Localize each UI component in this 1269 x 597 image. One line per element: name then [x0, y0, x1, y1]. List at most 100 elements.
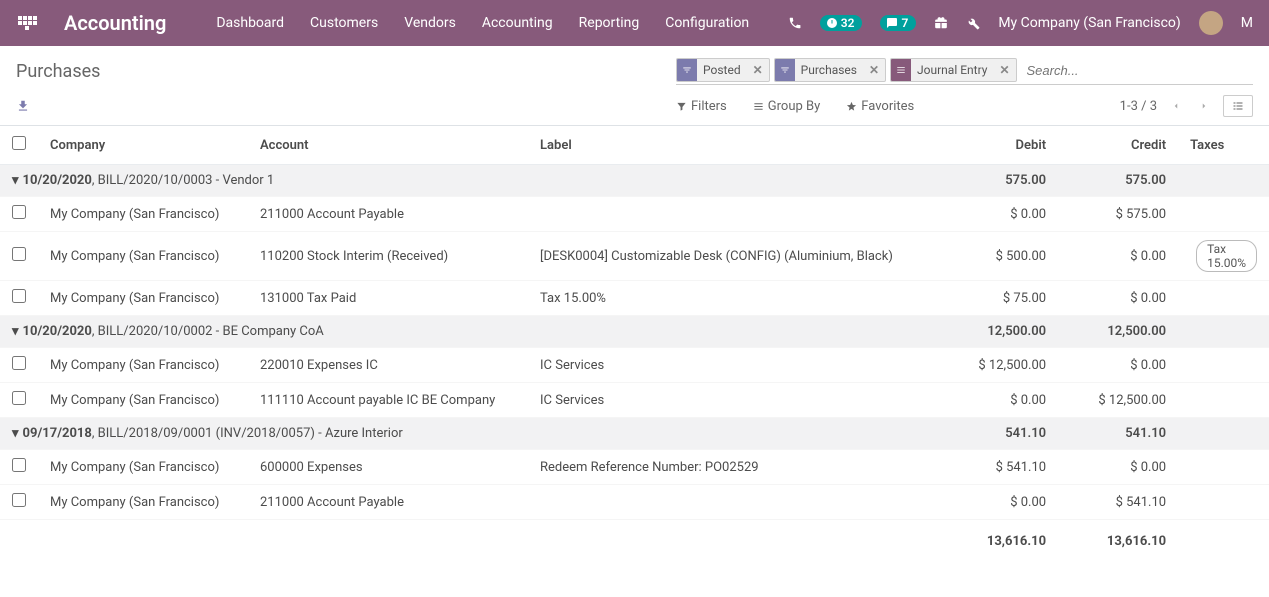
list-view-button[interactable]	[1223, 95, 1253, 117]
close-icon[interactable]: ✕	[863, 63, 885, 77]
search-input[interactable]	[1021, 59, 1253, 82]
menu-vendors[interactable]: Vendors	[404, 15, 456, 31]
group-date: 09/17/2018	[23, 426, 92, 441]
menu-dashboard[interactable]: Dashboard	[216, 15, 284, 31]
row-checkbox[interactable]	[12, 289, 26, 303]
facet-label: Journal Entry	[911, 63, 993, 77]
cell-taxes	[1178, 450, 1269, 485]
cell-company: My Company (San Francisco)	[38, 232, 248, 281]
tools-icon[interactable]	[966, 16, 980, 30]
filters-button[interactable]: Filters	[676, 99, 727, 114]
cell-debit: $ 541.10	[938, 450, 1058, 485]
filter-icon	[677, 59, 697, 81]
cell-company: My Company (San Francisco)	[38, 485, 248, 520]
group-icon	[891, 59, 911, 81]
company-switcher[interactable]: My Company (San Francisco)	[998, 15, 1180, 31]
cell-label: [DESK0004] Customizable Desk (CONFIG) (A…	[528, 232, 938, 281]
row-checkbox[interactable]	[12, 391, 26, 405]
cell-credit: $ 12,500.00	[1058, 383, 1178, 418]
cell-credit: $ 0.00	[1058, 281, 1178, 316]
groupby-button[interactable]: Group By	[753, 99, 821, 114]
tax-chip[interactable]: Tax 15.00%	[1196, 240, 1257, 272]
cell-taxes	[1178, 485, 1269, 520]
main-menu: Dashboard Customers Vendors Accounting R…	[216, 15, 787, 31]
menu-accounting[interactable]: Accounting	[482, 15, 553, 31]
group-row[interactable]: ▾10/20/2020, BILL/2020/10/0003 - Vendor …	[0, 165, 1269, 197]
col-account[interactable]: Account	[248, 126, 528, 165]
col-taxes[interactable]: Taxes	[1178, 126, 1269, 165]
pager-prev[interactable]	[1167, 101, 1185, 111]
facet-purchases[interactable]: Purchases ✕	[774, 58, 886, 82]
total-credit: 13,616.10	[1058, 520, 1178, 558]
col-company[interactable]: Company	[38, 126, 248, 165]
table-row[interactable]: My Company (San Francisco)111110 Account…	[0, 383, 1269, 418]
table-row[interactable]: My Company (San Francisco)110200 Stock I…	[0, 232, 1269, 281]
cell-debit: $ 0.00	[938, 485, 1058, 520]
cell-credit: $ 575.00	[1058, 197, 1178, 232]
table-row[interactable]: My Company (San Francisco)211000 Account…	[0, 485, 1269, 520]
cell-taxes	[1178, 348, 1269, 383]
apps-icon[interactable]	[16, 12, 38, 34]
row-checkbox[interactable]	[12, 247, 26, 261]
row-checkbox[interactable]	[12, 205, 26, 219]
cell-label: Redeem Reference Number: PO02529	[528, 450, 938, 485]
list-view: Company Account Label Debit Credit Taxes…	[0, 126, 1269, 557]
search-toolbar: Filters Group By Favorites	[676, 99, 914, 114]
row-checkbox[interactable]	[12, 356, 26, 370]
group-debit: 541.10	[938, 418, 1058, 450]
pager-next[interactable]	[1195, 101, 1213, 111]
cell-taxes	[1178, 197, 1269, 232]
cell-taxes: Tax 15.00%	[1178, 232, 1269, 281]
export-icon[interactable]	[16, 99, 676, 113]
cell-account: 600000 Expenses	[248, 450, 528, 485]
cell-debit: $ 0.00	[938, 383, 1058, 418]
menu-reporting[interactable]: Reporting	[579, 15, 640, 31]
pager-text: 1-3 / 3	[1120, 99, 1157, 114]
filters-label: Filters	[691, 99, 727, 114]
row-checkbox[interactable]	[12, 458, 26, 472]
table-row[interactable]: My Company (San Francisco)131000 Tax Pai…	[0, 281, 1269, 316]
cell-debit: $ 0.00	[938, 197, 1058, 232]
cell-credit: $ 541.10	[1058, 485, 1178, 520]
chevron-down-icon: ▾	[12, 173, 19, 188]
menu-customers[interactable]: Customers	[310, 15, 378, 31]
close-icon[interactable]: ✕	[993, 63, 1015, 77]
user-initial[interactable]: M	[1241, 15, 1253, 31]
facet-label: Posted	[697, 63, 747, 77]
navbar-right: 32 7 My Company (San Francisco) M	[788, 11, 1253, 35]
menu-configuration[interactable]: Configuration	[665, 15, 749, 31]
table-row[interactable]: My Company (San Francisco)220010 Expense…	[0, 348, 1269, 383]
gift-icon[interactable]	[934, 16, 948, 30]
cell-account: 110200 Stock Interim (Received)	[248, 232, 528, 281]
groupby-label: Group By	[768, 99, 821, 114]
cell-label	[528, 485, 938, 520]
col-credit[interactable]: Credit	[1058, 126, 1178, 165]
select-all-checkbox[interactable]	[12, 136, 26, 150]
cell-account: 131000 Tax Paid	[248, 281, 528, 316]
pager: 1-3 / 3	[1120, 95, 1253, 117]
favorites-button[interactable]: Favorites	[846, 99, 914, 114]
close-icon[interactable]: ✕	[747, 63, 769, 77]
app-brand[interactable]: Accounting	[64, 11, 166, 35]
cell-label	[528, 197, 938, 232]
avatar[interactable]	[1199, 11, 1223, 35]
group-credit: 541.10	[1058, 418, 1178, 450]
table-row[interactable]: My Company (San Francisco)600000 Expense…	[0, 450, 1269, 485]
group-row[interactable]: ▾10/20/2020, BILL/2020/10/0002 - BE Comp…	[0, 316, 1269, 348]
discuss-badge[interactable]: 7	[880, 15, 916, 31]
group-row[interactable]: ▾09/17/2018, BILL/2018/09/0001 (INV/2018…	[0, 418, 1269, 450]
activities-badge[interactable]: 32	[820, 15, 863, 31]
cell-label: IC Services	[528, 348, 938, 383]
group-credit: 12,500.00	[1058, 316, 1178, 348]
cell-label: Tax 15.00%	[528, 281, 938, 316]
group-credit: 575.00	[1058, 165, 1178, 197]
row-checkbox[interactable]	[12, 493, 26, 507]
table-row[interactable]: My Company (San Francisco)211000 Account…	[0, 197, 1269, 232]
col-debit[interactable]: Debit	[938, 126, 1058, 165]
facet-posted[interactable]: Posted ✕	[676, 58, 770, 82]
cell-taxes	[1178, 383, 1269, 418]
phone-icon[interactable]	[788, 16, 802, 30]
facet-journal-entry[interactable]: Journal Entry ✕	[890, 58, 1016, 82]
col-label[interactable]: Label	[528, 126, 938, 165]
navbar: Accounting Dashboard Customers Vendors A…	[0, 0, 1269, 46]
